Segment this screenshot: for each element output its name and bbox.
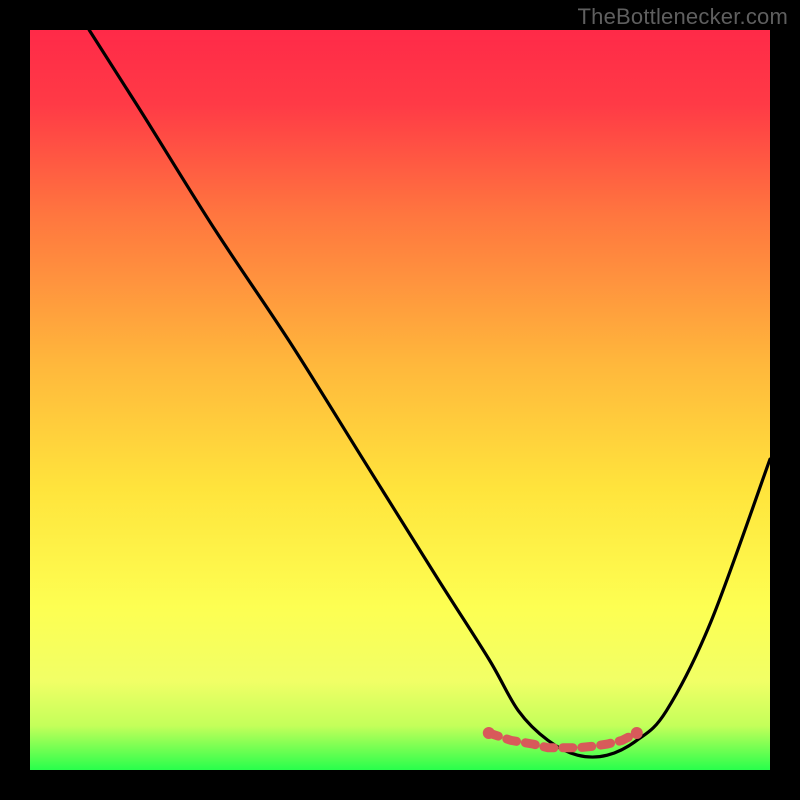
optimal-range-endpoint — [631, 727, 643, 739]
watermark-text: TheBottlenecker.com — [578, 4, 788, 30]
gradient-background — [30, 30, 770, 770]
chart-svg — [30, 30, 770, 770]
optimal-range-endpoint — [483, 727, 495, 739]
chart-frame: TheBottlenecker.com — [0, 0, 800, 800]
plot-area — [30, 30, 770, 770]
